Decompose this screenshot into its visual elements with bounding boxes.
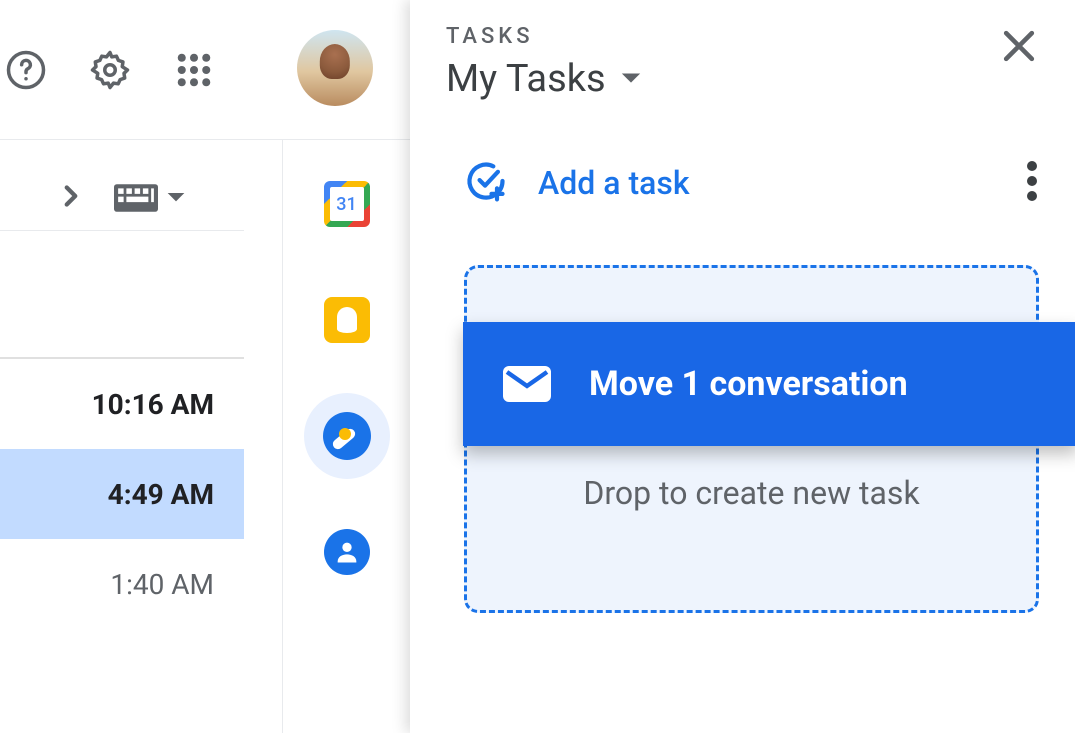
panel-eyebrow: TASKS <box>446 24 642 49</box>
drag-label: Move 1 conversation <box>589 364 908 404</box>
tasks-icon <box>323 412 371 460</box>
mail-icon <box>503 364 551 404</box>
siderail-tasks[interactable] <box>304 393 390 479</box>
panel-title: My Tasks <box>446 57 606 101</box>
input-tools-button[interactable] <box>114 183 186 213</box>
apps-grid-icon[interactable] <box>172 48 216 92</box>
email-time: 10:16 AM <box>92 388 214 421</box>
chevron-right-icon[interactable] <box>54 179 88 217</box>
add-task-button[interactable]: Add a task <box>464 159 690 207</box>
email-row[interactable]: 1:40 AM <box>0 539 244 629</box>
avatar[interactable] <box>297 30 373 106</box>
add-task-label: Add a task <box>538 164 690 202</box>
keep-icon <box>324 297 370 343</box>
tasks-panel: TASKS My Tasks Add a task Move 1 convers… <box>410 0 1075 733</box>
email-row[interactable]: 10:16 AM <box>0 359 244 449</box>
task-dropzone[interactable]: Move 1 conversation Drop to create new t… <box>464 265 1039 613</box>
secondary-toolbar <box>0 165 282 231</box>
email-list: 10:16 AM 4:49 AM 1:40 AM <box>0 230 244 629</box>
help-icon[interactable] <box>4 48 48 92</box>
siderail-contacts[interactable] <box>323 528 371 576</box>
gear-icon[interactable] <box>88 48 132 92</box>
top-bar <box>0 0 410 140</box>
drop-hint: Drop to create new task <box>467 474 1036 512</box>
email-time: 1:40 AM <box>110 568 214 601</box>
task-list-selector[interactable]: My Tasks <box>446 57 642 101</box>
drag-card[interactable]: Move 1 conversation <box>463 322 1075 446</box>
add-task-row: Add a task <box>446 159 1041 207</box>
email-row[interactable]: 4:49 AM <box>0 449 244 539</box>
contacts-icon <box>324 529 370 575</box>
close-icon[interactable] <box>997 24 1041 72</box>
siderail-keep[interactable] <box>323 296 371 344</box>
email-time: 4:49 AM <box>108 478 214 511</box>
list-spacer <box>0 231 244 359</box>
keyboard-icon <box>114 183 158 213</box>
side-rail <box>282 140 410 733</box>
calendar-icon <box>324 181 370 227</box>
siderail-calendar[interactable] <box>323 180 371 228</box>
add-task-icon <box>464 159 508 207</box>
panel-header: TASKS My Tasks <box>446 24 1041 101</box>
caret-down-icon <box>166 188 186 208</box>
more-options-icon[interactable] <box>1027 161 1037 205</box>
caret-down-icon <box>620 71 642 87</box>
